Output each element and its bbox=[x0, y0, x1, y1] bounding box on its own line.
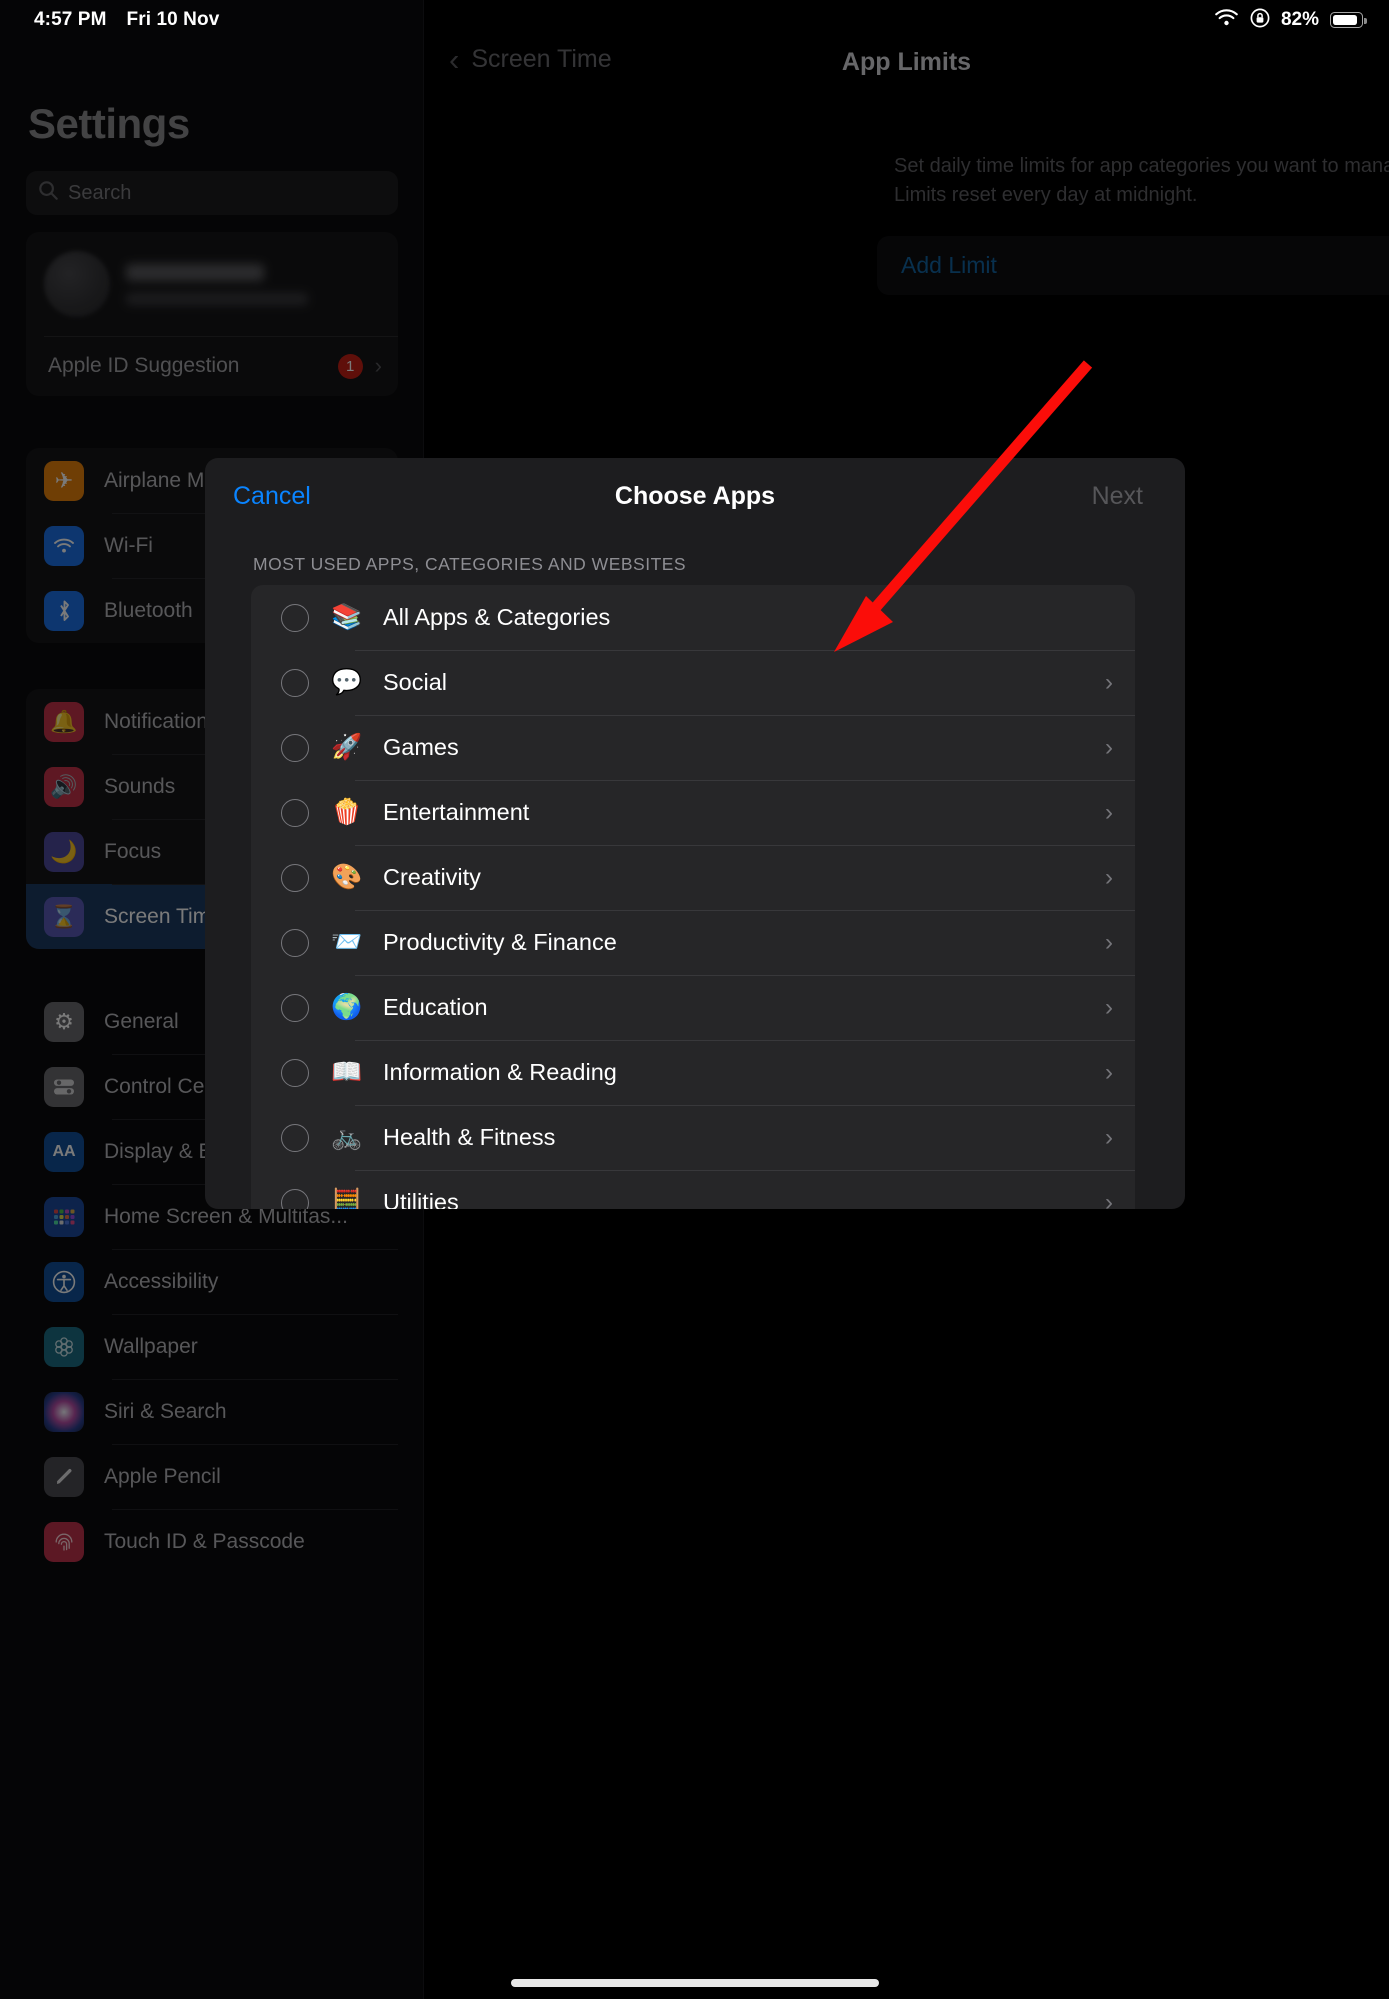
list-item-label: Productivity & Finance bbox=[383, 929, 617, 955]
list-item-label: Education bbox=[383, 994, 488, 1020]
calculator-icon: 🧮 bbox=[331, 1188, 363, 1210]
list-item-label: Entertainment bbox=[383, 799, 530, 825]
list-item-all-apps-categories[interactable]: 📚 All Apps & Categories › bbox=[251, 585, 1135, 650]
list-item-utilities[interactable]: 🧮 Utilities › bbox=[251, 1170, 1135, 1209]
status-date: Fri 10 Nov bbox=[126, 9, 220, 30]
chevron-right-icon[interactable]: › bbox=[1105, 1124, 1113, 1152]
chevron-right-icon[interactable]: › bbox=[1105, 929, 1113, 957]
open-book-icon: 📖 bbox=[331, 1058, 363, 1086]
chevron-right-icon[interactable]: › bbox=[1105, 864, 1113, 892]
status-time: 4:57 PM bbox=[34, 9, 107, 30]
bicycle-icon: 🚲 bbox=[331, 1123, 363, 1151]
modal-header: Cancel Choose Apps Next bbox=[205, 458, 1185, 536]
radio-button[interactable] bbox=[281, 1123, 309, 1152]
list-item-education[interactable]: 🌍 Education › bbox=[251, 975, 1135, 1040]
rocket-icon: 🚀 bbox=[331, 733, 363, 761]
list-item-label: Utilities bbox=[383, 1189, 459, 1209]
home-indicator[interactable] bbox=[510, 1979, 879, 1987]
category-list: 📚 All Apps & Categories › 💬 Social › 🚀 G… bbox=[251, 585, 1135, 1209]
list-item-label: Health & Fitness bbox=[383, 1124, 556, 1150]
chevron-right-icon[interactable]: › bbox=[1105, 799, 1113, 827]
list-item-label: Creativity bbox=[383, 864, 481, 890]
chevron-right-icon[interactable]: › bbox=[1105, 1189, 1113, 1210]
next-button[interactable]: Next bbox=[1092, 482, 1143, 511]
list-item-entertainment[interactable]: 🍿 Entertainment › bbox=[251, 780, 1135, 845]
globe-icon: 🌍 bbox=[331, 993, 363, 1021]
list-item-label: Social bbox=[383, 669, 448, 695]
battery-icon bbox=[1330, 12, 1367, 28]
stacked-layers-icon: 📚 bbox=[331, 603, 363, 631]
radio-button[interactable] bbox=[281, 1058, 309, 1087]
radio-button[interactable] bbox=[281, 798, 309, 827]
radio-button[interactable] bbox=[281, 863, 309, 892]
palette-icon: 🎨 bbox=[331, 863, 363, 891]
status-bar: 4:57 PM Fri 10 Nov 82% bbox=[0, 0, 1389, 40]
list-item-productivity-finance[interactable]: 📨 Productivity & Finance › bbox=[251, 910, 1135, 975]
radio-button[interactable] bbox=[281, 993, 309, 1022]
list-item-health-fitness[interactable]: 🚲 Health & Fitness › bbox=[251, 1105, 1135, 1170]
section-header: MOST USED APPS, CATEGORIES AND WEBSITES bbox=[253, 554, 687, 574]
list-item-social[interactable]: 💬 Social › bbox=[251, 650, 1135, 715]
chevron-right-icon[interactable]: › bbox=[1105, 734, 1113, 762]
list-item-label: Information & Reading bbox=[383, 1059, 617, 1085]
radio-button[interactable] bbox=[281, 733, 309, 762]
radio-button[interactable] bbox=[281, 668, 309, 697]
chevron-right-icon[interactable]: › bbox=[1105, 1059, 1113, 1087]
rotation-lock-icon bbox=[1250, 8, 1270, 33]
wifi-icon bbox=[1214, 8, 1239, 32]
radio-button[interactable] bbox=[281, 1188, 309, 1209]
modal-title: Choose Apps bbox=[614, 482, 776, 510]
list-item-games[interactable]: 🚀 Games › bbox=[251, 715, 1135, 780]
popcorn-icon: 🍿 bbox=[331, 798, 363, 826]
chevron-right-icon[interactable]: › bbox=[1105, 994, 1113, 1022]
radio-button[interactable] bbox=[281, 603, 309, 632]
social-bubble-icon: 💬 bbox=[331, 668, 363, 696]
battery-percent: 82% bbox=[1280, 9, 1319, 30]
ipad-settings-screen: 4:57 PM Fri 10 Nov 82% Settings bbox=[0, 0, 1389, 1999]
list-item-creativity[interactable]: 🎨 Creativity › bbox=[251, 845, 1135, 910]
choose-apps-modal: Cancel Choose Apps Next MOST USED APPS, … bbox=[205, 458, 1185, 1209]
list-item-label: All Apps & Categories bbox=[383, 604, 611, 630]
radio-button[interactable] bbox=[281, 928, 309, 957]
list-item-label: Games bbox=[383, 734, 459, 760]
chevron-right-icon[interactable]: › bbox=[1105, 669, 1113, 697]
paper-plane-icon: 📨 bbox=[331, 928, 363, 956]
list-item-information-reading[interactable]: 📖 Information & Reading › bbox=[251, 1040, 1135, 1105]
